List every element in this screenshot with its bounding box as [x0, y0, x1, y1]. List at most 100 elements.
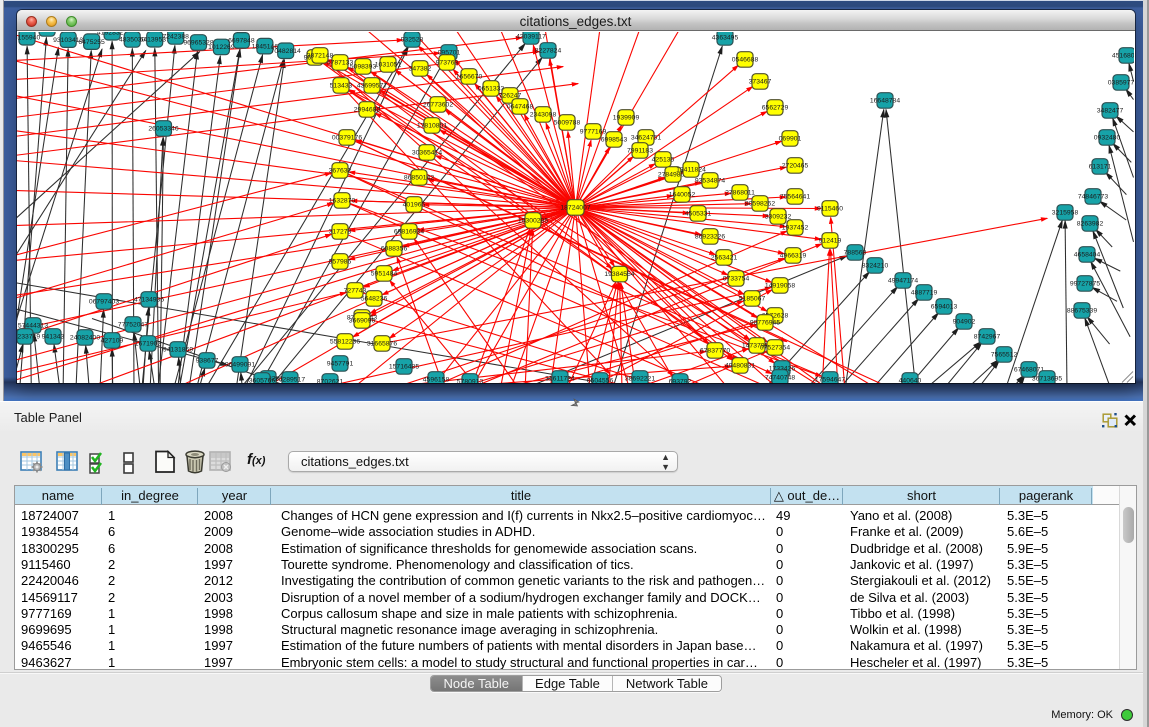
svg-text:75564641: 75564641: [780, 193, 810, 200]
svg-text:6088356: 6088356: [381, 245, 408, 252]
svg-text:18233749: 18233749: [17, 333, 40, 340]
svg-text:1939909: 1939909: [613, 114, 640, 121]
svg-text:0651333: 0651333: [478, 85, 505, 92]
svg-text:88675339: 88675339: [1067, 307, 1097, 314]
svg-text:1937452: 1937452: [782, 224, 809, 231]
svg-text:1656670: 1656670: [456, 73, 483, 80]
svg-text:16648784: 16648784: [870, 97, 900, 104]
svg-text:4505331: 4505331: [685, 210, 712, 217]
svg-text:94131869: 94131869: [163, 346, 193, 353]
svg-text:3215958: 3215958: [1052, 209, 1079, 216]
svg-text:973763: 973763: [436, 59, 459, 66]
svg-text:6998543: 6998543: [601, 136, 628, 143]
svg-text:401965: 401965: [403, 201, 426, 208]
svg-text:38692221: 38692221: [625, 375, 655, 382]
svg-text:904902: 904902: [953, 318, 976, 325]
svg-text:14919058: 14919058: [765, 282, 795, 289]
svg-text:86923226: 86923226: [695, 233, 725, 240]
svg-text:70482814: 70482814: [271, 47, 301, 54]
svg-text:7565512: 7565512: [991, 351, 1018, 358]
svg-text:3309232: 3309232: [765, 213, 792, 220]
svg-text:1640052: 1640052: [669, 191, 696, 198]
svg-text:49480831: 49480831: [725, 362, 755, 369]
svg-text:912419: 912419: [819, 237, 842, 244]
svg-text:99727875: 99727875: [1070, 280, 1100, 287]
svg-text:317278: 317278: [329, 228, 352, 235]
svg-text:98776945: 98776945: [750, 319, 780, 326]
svg-text:3669096: 3669096: [349, 317, 376, 324]
svg-text:1031051: 1031051: [375, 61, 402, 68]
svg-text:17594647: 17594647: [815, 376, 845, 382]
svg-text:5009788: 5009788: [554, 119, 581, 126]
svg-text:31611724: 31611724: [545, 375, 575, 382]
svg-text:5951484: 5951484: [371, 270, 398, 277]
svg-text:4887719: 4887719: [911, 289, 938, 296]
svg-text:36713695: 36713695: [1032, 375, 1062, 382]
svg-text:6594013: 6594013: [931, 303, 958, 310]
svg-text:77752047: 77752047: [118, 321, 148, 328]
svg-text:2994680: 2994680: [354, 106, 381, 113]
svg-text:30365414: 30365414: [412, 149, 442, 156]
svg-text:12411824: 12411824: [676, 166, 706, 173]
svg-text:74740748: 74740748: [765, 374, 795, 381]
svg-text:0546688: 0546688: [732, 56, 759, 63]
svg-text:7991183: 7991183: [627, 147, 653, 154]
svg-text:43699577: 43699577: [357, 82, 387, 89]
svg-text:957986: 957986: [329, 258, 352, 265]
svg-text:8227824: 8227824: [535, 47, 562, 54]
svg-text:15716485: 15716485: [389, 363, 419, 370]
svg-text:788568: 788568: [844, 249, 867, 256]
svg-text:18724007: 18724007: [560, 204, 590, 211]
svg-text:5185067: 5185067: [739, 295, 766, 302]
svg-text:6562729: 6562729: [762, 104, 789, 111]
svg-text:31665876: 31665876: [367, 340, 397, 347]
svg-text:27868011: 27868011: [725, 189, 755, 196]
svg-text:0733754: 0733754: [723, 275, 750, 282]
svg-text:367632: 367632: [329, 167, 352, 174]
svg-text:18300295: 18300295: [518, 217, 548, 224]
svg-text:0385977: 0385977: [1108, 79, 1134, 86]
svg-text:74846773: 74846773: [1078, 193, 1108, 200]
svg-text:45168087: 45168087: [1112, 52, 1134, 59]
svg-text:347382: 347382: [409, 65, 432, 72]
svg-text:26773602: 26773602: [423, 101, 453, 108]
svg-text:69816934: 69816934: [394, 228, 424, 235]
svg-text:4658404: 4658404: [1074, 251, 1101, 258]
svg-text:5098393: 5098393: [350, 63, 377, 70]
svg-text:4966319: 4966319: [780, 252, 807, 259]
svg-text:9777169: 9777169: [580, 128, 607, 135]
svg-text:941343: 941343: [42, 333, 65, 340]
svg-text:727743: 727743: [344, 287, 367, 294]
svg-text:373467: 373467: [749, 78, 772, 85]
svg-text:80598262: 80598262: [745, 200, 775, 207]
svg-text:1632870: 1632870: [329, 197, 356, 204]
svg-text:06797403: 06797403: [89, 298, 119, 305]
svg-text:2563421: 2563421: [711, 254, 738, 261]
svg-text:938677: 938677: [196, 357, 219, 364]
svg-text:70289517: 70289517: [275, 376, 305, 382]
svg-text:1671902: 1671902: [135, 340, 162, 347]
svg-text:55812236: 55812236: [330, 338, 360, 345]
svg-text:2720465: 2720465: [782, 162, 809, 169]
svg-text:9115460: 9115460: [817, 205, 843, 212]
svg-text:0932480: 0932480: [1094, 134, 1121, 141]
svg-text:8702621: 8702621: [317, 378, 344, 382]
svg-text:3872148: 3872148: [307, 52, 334, 59]
svg-text:1012269: 1012269: [208, 44, 235, 51]
svg-text:440640: 440640: [899, 377, 922, 382]
svg-text:24082400: 24082400: [70, 334, 100, 341]
svg-text:613171: 613171: [1089, 163, 1112, 170]
svg-text:4596158: 4596158: [423, 376, 450, 382]
svg-text:47134936: 47134936: [134, 296, 164, 303]
svg-text:86850142: 86850142: [404, 174, 434, 181]
svg-text:8742967: 8742967: [974, 333, 1001, 340]
svg-text:693792: 693792: [669, 378, 692, 382]
svg-text:00379176: 00379176: [332, 134, 362, 141]
svg-text:0504556: 0504556: [587, 377, 614, 382]
svg-text:8263982: 8263982: [1077, 220, 1104, 227]
svg-text:3605766: 3605766: [249, 377, 276, 382]
svg-text:9457791: 9457791: [327, 360, 354, 367]
svg-text:069901: 069901: [779, 135, 802, 142]
svg-text:43039117: 43039117: [516, 33, 546, 40]
svg-text:5780913: 5780913: [457, 378, 484, 382]
